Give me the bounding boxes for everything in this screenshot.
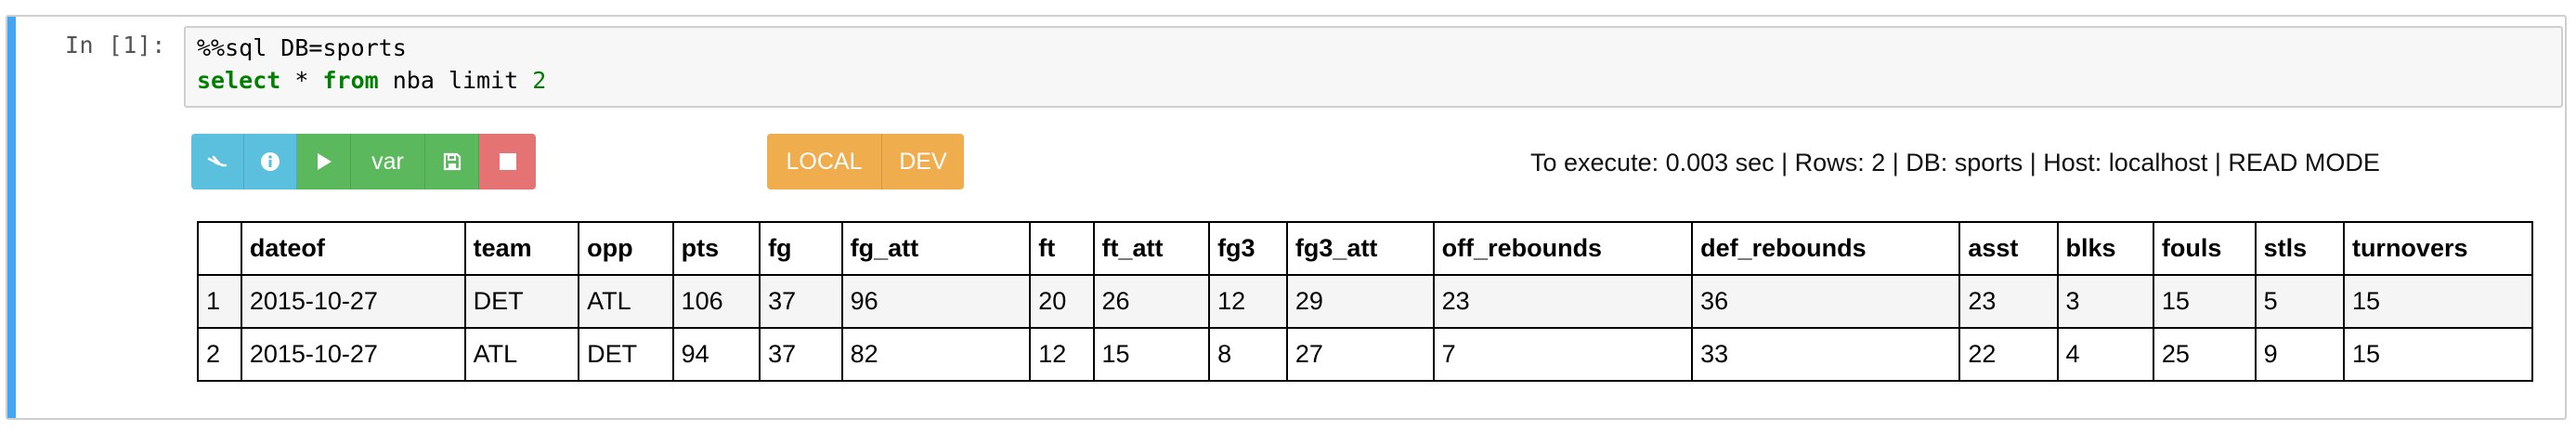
table-cell: 33: [1691, 327, 1961, 382]
table-cell: 26: [1092, 274, 1211, 329]
input-prompt: In [1]:: [65, 32, 166, 59]
table-cell: 23: [1958, 274, 2059, 329]
table-cell: 5: [2254, 274, 2345, 329]
pin-icon: [207, 155, 228, 167]
column-header: def_rebounds: [1691, 221, 1961, 276]
table-cell: 3: [2056, 274, 2154, 329]
info-button[interactable]: [244, 134, 297, 189]
column-header: team: [463, 221, 580, 276]
selected-cell-indicator: [7, 17, 16, 418]
table-cell: 25: [2152, 327, 2257, 382]
table-cell-index: 1: [197, 274, 242, 329]
column-header: stls: [2254, 221, 2345, 276]
stop-button[interactable]: [479, 134, 536, 189]
play-icon: [317, 153, 332, 170]
table-cell: ATL: [578, 274, 674, 329]
save-button[interactable]: [425, 134, 479, 189]
results-table: dateof team opp pts fg fg_att ft ft_att …: [197, 221, 2534, 382]
table-cell: 22: [1958, 327, 2059, 382]
table-cell: 15: [1092, 327, 1211, 382]
column-header: ft_att: [1092, 221, 1211, 276]
column-header: fg_att: [840, 221, 1032, 276]
keyword-select: select: [197, 67, 281, 94]
table-cell: 2015-10-27: [240, 274, 466, 329]
table-cell: ATL: [463, 327, 580, 382]
column-header: fouls: [2152, 221, 2257, 276]
keyword-from: from: [322, 67, 379, 94]
table-row: 1 2015-10-27 DET ATL 106 37 96 20 26 12 …: [197, 274, 2534, 329]
code-text: *: [280, 67, 323, 94]
table-cell: 96: [840, 274, 1032, 329]
run-button[interactable]: [297, 134, 351, 189]
table-cell: 94: [671, 327, 761, 382]
column-header: fg3: [1208, 221, 1288, 276]
table-cell: 23: [1432, 274, 1694, 329]
table-cell: 27: [1285, 327, 1435, 382]
header-row: dateof team opp pts fg fg_att ft ft_att …: [197, 221, 2534, 276]
table-cell: 15: [2342, 274, 2534, 329]
save-icon: [443, 152, 461, 171]
table-cell: 7: [1432, 327, 1694, 382]
table-cell: 15: [2152, 274, 2257, 329]
notebook-cell[interactable]: In [1]: %%sql DB=sports select * from nb…: [6, 15, 2567, 420]
var-button[interactable]: var: [351, 134, 425, 189]
table-cell: 12: [1029, 327, 1095, 382]
table-cell: 12: [1208, 274, 1288, 329]
table-cell: 9: [2254, 327, 2345, 382]
column-header: opp: [578, 221, 674, 276]
column-header: off_rebounds: [1432, 221, 1694, 276]
column-header: fg: [759, 221, 843, 276]
table-cell: 20: [1029, 274, 1095, 329]
table-cell: 37: [759, 327, 843, 382]
info-icon: [261, 152, 280, 171]
local-env-button[interactable]: LOCAL: [767, 134, 882, 189]
environment-switcher: LOCAL DEV: [767, 134, 964, 189]
column-header-index: [197, 221, 242, 276]
limit-number: 2: [532, 67, 547, 94]
code-line-1: %%sql DB=sports: [197, 34, 407, 61]
pin-button[interactable]: [191, 134, 244, 189]
table-cell: 36: [1691, 274, 1961, 329]
column-header: asst: [1958, 221, 2059, 276]
table-cell: 106: [671, 274, 761, 329]
dev-env-button[interactable]: DEV: [882, 134, 964, 189]
column-header: ft: [1029, 221, 1095, 276]
column-header: fg3_att: [1285, 221, 1435, 276]
table-cell: 15: [2342, 327, 2534, 382]
code-line-2: select * from nba limit 2: [197, 64, 2561, 97]
column-header: turnovers: [2342, 221, 2534, 276]
table-cell: 8: [1208, 327, 1288, 382]
table-cell-index: 2: [197, 327, 242, 382]
code-text: nba limit: [378, 67, 533, 94]
table-cell: 82: [840, 327, 1032, 382]
column-header: blks: [2056, 221, 2154, 276]
table-row: 2 2015-10-27 ATL DET 94 37 82 12 15 8 27…: [197, 327, 2534, 382]
column-header: pts: [671, 221, 761, 276]
sql-toolbar: var: [191, 134, 536, 189]
code-editor[interactable]: %%sql DB=sports select * from nba limit …: [184, 26, 2563, 108]
stop-icon: [499, 153, 516, 170]
table-cell: 4: [2056, 327, 2154, 382]
table-cell: 2015-10-27: [240, 327, 466, 382]
column-header: dateof: [240, 221, 466, 276]
execution-status: To execute: 0.003 sec | Rows: 2 | DB: sp…: [1530, 149, 2380, 176]
table-cell: 29: [1285, 274, 1435, 329]
table-cell: DET: [578, 327, 674, 382]
table-cell: 37: [759, 274, 843, 329]
table-cell: DET: [463, 274, 580, 329]
